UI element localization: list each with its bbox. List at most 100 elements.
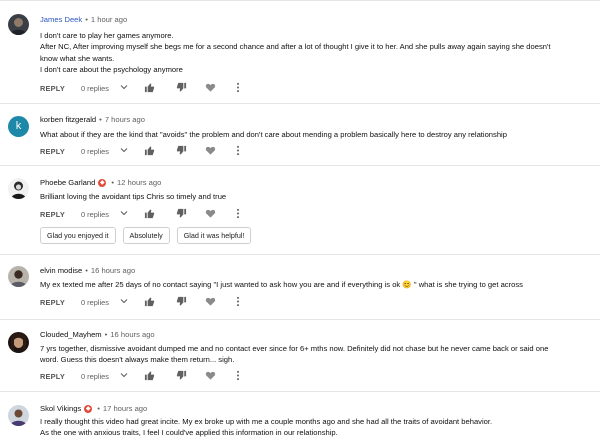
creator-badge-icon: ◆ [98, 178, 107, 187]
comment-header: James Deek • 1 hour ago [40, 15, 127, 24]
author-name[interactable]: Phoebe Garland [40, 178, 95, 187]
avatar[interactable] [8, 266, 29, 287]
comment-text: I really thought this video had great in… [40, 416, 585, 439]
separator-dot: • [85, 15, 88, 24]
heart-icon[interactable] [205, 208, 216, 219]
thumb-down-icon[interactable] [176, 370, 187, 381]
reply-button[interactable]: REPLY [40, 84, 65, 93]
comment-line: Brilliant loving the avoidant tips Chris… [40, 192, 227, 201]
heart-icon[interactable] [205, 370, 216, 381]
chevron-down-icon[interactable] [120, 83, 128, 91]
timestamp[interactable]: 7 hours ago [105, 115, 145, 124]
comment-text: Brilliant loving the avoidant tips Chris… [40, 191, 585, 202]
comment-korben-fitzgerald: k korben fitzgerald • 7 hours ago What a… [0, 104, 600, 166]
author-name[interactable]: Skol Vikings [40, 404, 81, 413]
comment-line: I don't care about the psychology anymor… [40, 64, 183, 74]
comment-clouded-mayhem: Clouded_Mayhem • 16 hours ago 7 yrs toge… [0, 320, 600, 392]
comment-header: Clouded_Mayhem • 16 hours ago [40, 330, 155, 339]
thumb-down-icon[interactable] [176, 145, 187, 156]
thumb-down-icon[interactable] [176, 296, 187, 307]
comment-header: korben fitzgerald • 7 hours ago [40, 115, 145, 124]
heart-icon[interactable] [205, 82, 216, 93]
comment-skol-vikings: Skol Vikings ◆ • 17 hours ago I really t… [0, 392, 600, 442]
replies-toggle[interactable]: 0 replies [81, 84, 109, 93]
comment-line: I don't care to play her games anymore. [40, 31, 174, 40]
comment-text: What about if they are the kind that "av… [40, 129, 585, 140]
more-vert-icon[interactable] [236, 82, 240, 93]
suggested-reply-chip[interactable]: Absolutely [122, 227, 170, 244]
comment-header: elvin modise • 16 hours ago [40, 266, 135, 275]
author-name[interactable]: elvin modise [40, 266, 82, 275]
reply-button[interactable]: REPLY [40, 372, 65, 381]
timestamp[interactable]: 1 hour ago [91, 15, 127, 24]
chevron-down-icon[interactable] [120, 371, 128, 379]
separator-dot: • [104, 330, 108, 339]
reply-button[interactable]: REPLY [40, 147, 65, 156]
timestamp[interactable]: 17 hours ago [103, 404, 147, 413]
comment-line: What about if they are the kind that "av… [40, 130, 507, 139]
heart-icon[interactable] [205, 296, 216, 307]
avatar-letter: k [15, 120, 22, 132]
suggested-reply-chip[interactable]: Glad it was helpful! [176, 227, 252, 244]
comment-phoebe-garland: Phoebe Garland ◆ • 12 hours ago Brillian… [0, 166, 600, 255]
comment-james-deek: James Deek • 1 hour ago I don't care to … [0, 0, 600, 104]
suggested-reply-chip[interactable]: Glad you enjoyed it [40, 227, 116, 244]
comment-header: Skol Vikings ◆ • 17 hours ago [40, 404, 147, 413]
reply-button[interactable]: REPLY [40, 210, 65, 219]
chevron-down-icon[interactable] [120, 146, 128, 154]
replies-toggle[interactable]: 0 replies [81, 147, 109, 156]
heart-icon[interactable] [205, 145, 216, 156]
replies-toggle[interactable]: 0 replies [81, 298, 109, 307]
comment-line: As the one with anxious traits, I feel I… [40, 428, 338, 438]
creator-badge-icon: ◆ [84, 404, 93, 413]
thumb-down-icon[interactable] [176, 82, 187, 93]
thumb-up-icon[interactable] [144, 296, 155, 307]
comment-line: 7 yrs together, dismissive avoidant dump… [40, 344, 549, 353]
separator-dot: • [85, 266, 88, 275]
thumb-up-icon[interactable] [144, 145, 155, 156]
chevron-down-icon[interactable] [120, 297, 128, 305]
comment-actions: REPLY 0 replies [40, 82, 240, 94]
chevron-down-icon[interactable] [120, 209, 128, 217]
replies-toggle[interactable]: 0 replies [81, 210, 109, 219]
separator-dot: • [97, 404, 100, 413]
more-vert-icon[interactable] [236, 296, 240, 307]
more-vert-icon[interactable] [236, 208, 240, 219]
comment-header: Phoebe Garland ◆ • 12 hours ago [40, 178, 161, 187]
timestamp[interactable]: 12 hours ago [117, 178, 161, 187]
comment-actions: REPLY 0 replies [40, 370, 240, 382]
thumb-up-icon[interactable] [144, 82, 155, 93]
comment-line: word. Guess this doesn't always make the… [40, 355, 235, 365]
thumb-up-icon[interactable] [144, 208, 155, 219]
suggested-replies: Glad you enjoyed it Absolutely Glad it w… [40, 227, 252, 244]
separator-dot: • [99, 115, 102, 124]
comment-actions: REPLY 0 replies [40, 208, 240, 220]
comment-text: I don't care to play her games anymore. … [40, 30, 585, 75]
thumb-down-icon[interactable] [176, 208, 187, 219]
avatar[interactable] [8, 332, 29, 353]
avatar[interactable] [8, 14, 29, 35]
comment-actions: REPLY 0 replies [40, 296, 240, 308]
timestamp[interactable]: 16 hours ago [91, 266, 135, 275]
replies-toggle[interactable]: 0 replies [81, 372, 109, 381]
more-vert-icon[interactable] [236, 370, 240, 381]
thumb-up-icon[interactable] [144, 370, 155, 381]
author-name[interactable]: Clouded_Mayhem [40, 330, 102, 339]
comment-line: I really thought this video had great in… [40, 417, 493, 426]
comment-elvin-modise: elvin modise • 16 hours ago My ex texted… [0, 255, 600, 320]
comment-line: My ex texted me after 25 days of no cont… [40, 280, 523, 289]
more-vert-icon[interactable] [236, 145, 240, 156]
author-name[interactable]: James Deek [40, 15, 82, 24]
comment-line: know what she wants. [40, 53, 115, 63]
comment-text: 7 yrs together, dismissive avoidant dump… [40, 343, 585, 366]
avatar[interactable] [8, 405, 29, 426]
comment-actions: REPLY 0 replies [40, 145, 240, 157]
author-name[interactable]: korben fitzgerald [40, 115, 96, 124]
reply-button[interactable]: REPLY [40, 298, 65, 307]
comment-line: After NC, After improving myself she beg… [40, 42, 551, 52]
avatar[interactable] [8, 178, 29, 199]
avatar[interactable]: k [8, 116, 29, 137]
timestamp[interactable]: 16 hours ago [110, 330, 154, 339]
separator-dot: • [111, 178, 114, 187]
comment-text: My ex texted me after 25 days of no cont… [40, 279, 585, 290]
